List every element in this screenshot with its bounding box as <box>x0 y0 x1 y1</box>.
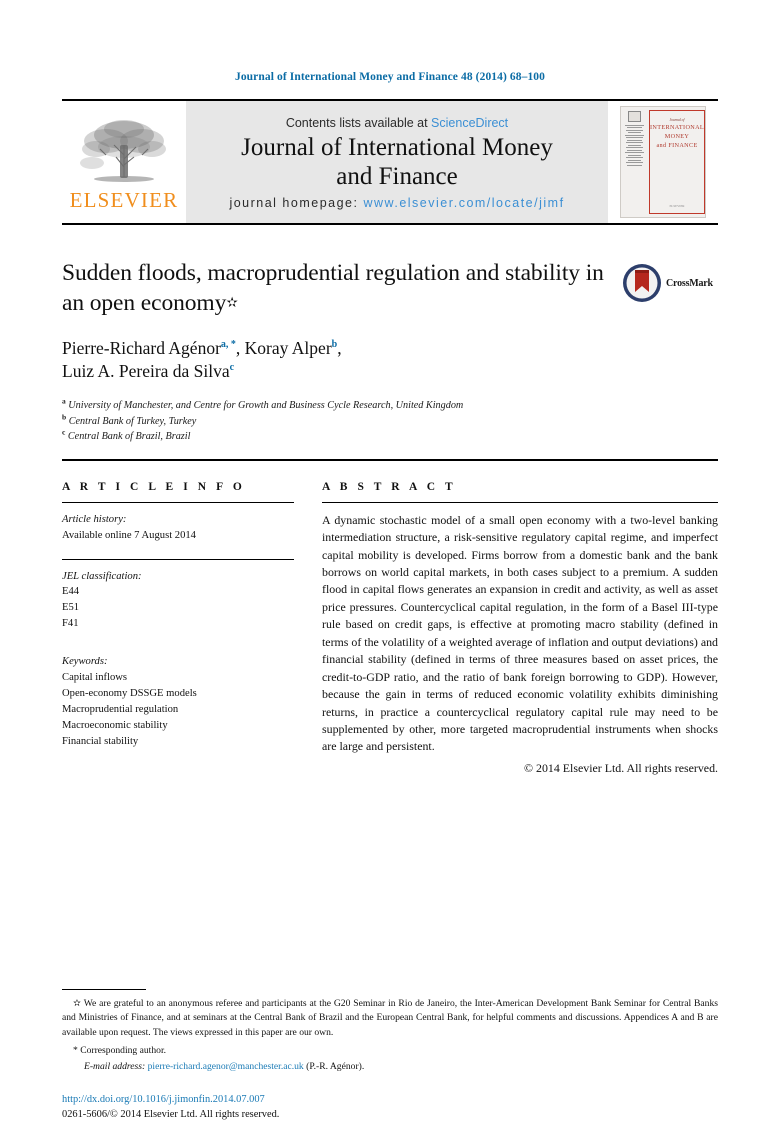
acknowledgement-text: We are grateful to an anonymous referee … <box>62 997 718 1038</box>
affiliation-list: a University of Manchester, and Centre f… <box>62 398 718 445</box>
elsevier-tree-icon <box>80 120 166 182</box>
author-line-2: Luiz A. Pereira da Silvac <box>62 360 612 383</box>
homepage-prefix: journal homepage: <box>229 196 364 210</box>
jel-divider <box>62 558 294 560</box>
journal-title: Journal of International Money and Finan… <box>241 134 553 191</box>
issn-copyright-line: 0261-5606/© 2014 Elsevier Ltd. All right… <box>62 1108 280 1120</box>
keyword-item: Capital inflows <box>62 671 128 683</box>
article-info-heading: A R T I C L E I N F O <box>62 480 246 493</box>
journal-homepage-link[interactable]: www.elsevier.com/locate/jimf <box>363 196 564 210</box>
cover-publisher-badge <box>628 111 641 122</box>
journal-title-line-2: and Finance <box>336 162 458 190</box>
acknowledgement-marker: ✫ <box>73 997 82 1009</box>
affiliation-text: Central Bank of Turkey, Turkey <box>68 415 197 427</box>
abstract-rule <box>322 501 718 503</box>
journal-title-line-1: Journal of International Money <box>241 134 553 161</box>
keyword-item: Macroprudential regulation <box>62 703 179 715</box>
affiliation-text: University of Manchester, and Centre for… <box>68 400 464 412</box>
email-owner: (P.-R. Agénor). <box>306 1060 365 1072</box>
corresponding-author-footnote: * Corresponding author. <box>62 1043 718 1058</box>
author-1-affiliation-marker: a, * <box>220 338 236 350</box>
crossmark-icon <box>623 264 661 302</box>
jel-code: E44 <box>62 586 80 598</box>
title-left-column: Sudden floods, macroprudential regulatio… <box>62 259 622 383</box>
crossmark-badge[interactable]: CrossMark <box>622 259 718 303</box>
info-abstract-section: A R T I C L E I N F O Article history: A… <box>62 481 718 776</box>
footer-identifiers: http://dx.doi.org/10.1016/j.jimonfin.201… <box>62 1092 718 1122</box>
footnote-divider <box>62 988 146 990</box>
email-label: E-mail address: <box>84 1060 146 1072</box>
author-name-3: Luiz A. Pereira da Silva <box>62 360 230 381</box>
elsevier-logo: ELSEVIER <box>62 101 186 223</box>
masthead-center: Contents lists available at ScienceDirec… <box>186 101 608 223</box>
keyword-item: Macroeconomic stability <box>62 719 168 731</box>
doi-link[interactable]: http://dx.doi.org/10.1016/j.jimonfin.201… <box>62 1092 718 1107</box>
keyword-item: Financial stability <box>62 735 139 747</box>
email-footnote: E-mail address: pierre-richard.agenor@ma… <box>62 1059 718 1074</box>
title-footnote-marker: ✫ <box>226 295 238 311</box>
cover-image: Journal of INTERNATIONAL MONEY and FINAN… <box>620 106 706 218</box>
article-history-value: Available online 7 August 2014 <box>62 529 196 541</box>
keywords-label: Keywords: <box>62 656 108 668</box>
section-divider <box>62 458 718 461</box>
page-title: Sudden floods, macroprudential regulatio… <box>62 259 612 319</box>
email-link[interactable]: pierre-richard.agenor@manchester.ac.uk <box>148 1061 304 1072</box>
cover-contents-column <box>621 107 648 217</box>
author-list: Pierre-Richard Agénora, *, Koray Alperb,… <box>62 337 612 384</box>
cover-title-line-3: and FINANCE <box>656 141 698 149</box>
jel-code: E51 <box>62 602 80 614</box>
cover-title-panel: Journal of INTERNATIONAL MONEY and FINAN… <box>649 110 705 214</box>
footnote-section: ✫ We are grateful to an anonymous refere… <box>62 988 718 1074</box>
affiliation-item: b Central Bank of Turkey, Turkey <box>62 412 718 430</box>
cover-pre-title: Journal of <box>669 118 685 122</box>
author-3-affiliation-marker: c <box>229 362 235 374</box>
affiliation-marker: b <box>62 412 67 422</box>
abstract-body: A dynamic stochastic model of a small op… <box>322 512 718 754</box>
author-line-1: Pierre-Richard Agénora, *, Koray Alperb, <box>62 337 342 358</box>
keywords-block: Keywords: Capital inflows Open-economy D… <box>62 654 294 749</box>
abstract-copyright: © 2014 Elsevier Ltd. All rights reserved… <box>524 760 718 775</box>
article-info-rule <box>62 501 294 503</box>
journal-masthead: ELSEVIER Contents lists available at Sci… <box>62 99 718 225</box>
affiliation-text: Central Bank of Brazil, Brazil <box>67 431 191 443</box>
running-head: Journal of International Money and Finan… <box>234 71 545 83</box>
jel-label: JEL classification: <box>62 570 142 582</box>
affiliation-marker: c <box>62 427 66 437</box>
article-title-text: Sudden floods, macroprudential regulatio… <box>62 260 604 316</box>
article-info-column: A R T I C L E I N F O Article history: A… <box>62 481 322 776</box>
contents-available-line: Contents lists available at ScienceDirec… <box>286 116 508 130</box>
jel-classification-block: JEL classification: E44 E51 F41 <box>62 569 294 633</box>
affiliation-marker: a <box>62 396 66 406</box>
title-and-authors: Sudden floods, macroprudential regulatio… <box>62 259 718 383</box>
affiliation-item: c Central Bank of Brazil, Brazil <box>62 429 718 445</box>
sciencedirect-link[interactable]: ScienceDirect <box>431 116 508 130</box>
author-2-affiliation-marker: b <box>331 338 338 350</box>
cover-publisher-footer: ELSEVIER <box>669 204 685 208</box>
abstract-heading: A B S T R A C T <box>322 480 457 493</box>
affiliation-item: a University of Manchester, and Centre f… <box>62 398 718 414</box>
author-name-1: Pierre-Richard Agénor <box>62 337 221 358</box>
jel-code: F41 <box>62 618 79 630</box>
cover-title-line-2: MONEY <box>664 132 690 140</box>
elsevier-wordmark: ELSEVIER <box>69 188 179 212</box>
journal-homepage-line: journal homepage: www.elsevier.com/locat… <box>229 196 564 210</box>
contents-prefix: Contents lists available at <box>285 116 432 130</box>
acknowledgement-footnote: ✫ We are grateful to an anonymous refere… <box>62 997 718 1041</box>
article-first-page: Journal of International Money and Finan… <box>0 0 780 1134</box>
keyword-item: Open-economy DSSGE models <box>62 687 197 699</box>
article-history-label: Article history: <box>62 513 127 525</box>
cover-title-line-1: INTERNATIONAL <box>650 124 705 131</box>
corresponding-author-marker: * <box>73 1045 78 1057</box>
abstract-column: A B S T R A C T A dynamic stochastic mod… <box>322 481 718 776</box>
journal-cover-thumbnail: Journal of INTERNATIONAL MONEY and FINAN… <box>608 101 718 223</box>
crossmark-label: CrossMark <box>666 277 713 289</box>
corresponding-author-text: Corresponding author. <box>80 1045 167 1057</box>
author-name-2: Koray Alper <box>244 337 332 358</box>
